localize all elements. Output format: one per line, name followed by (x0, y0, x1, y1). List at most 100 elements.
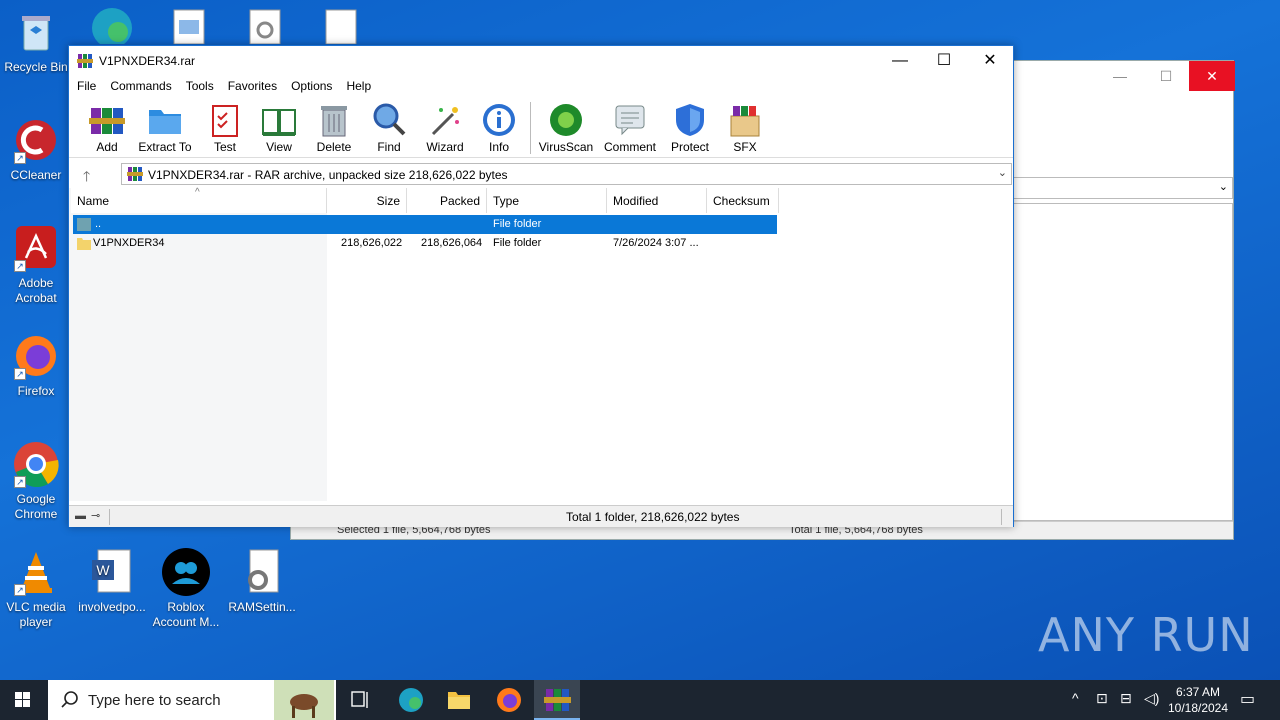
title-bar[interactable]: V1PNXDER34.rar — ☐ ✕ (69, 46, 1013, 76)
chevron-down-icon: ⌄ (1218, 181, 1228, 193)
menu-commands[interactable]: Commands (102, 76, 177, 93)
winrar-taskbar-button[interactable] (534, 680, 580, 720)
column-header-checksum[interactable]: Checksum (707, 188, 779, 213)
table-row[interactable]: V1PNXDER34 218,626,022 218,626,064 File … (73, 234, 777, 253)
word-document-icon: W (88, 548, 136, 596)
info-icon (481, 102, 517, 138)
firefox-taskbar-button[interactable] (486, 680, 532, 720)
table-row[interactable]: .. File folder (73, 215, 777, 234)
column-header-size[interactable]: Size (327, 188, 407, 213)
sfx-button[interactable]: SFX (715, 102, 775, 154)
path-bar: 🡑 V1PNXDER34.rar - RAR archive, unpacked… (69, 162, 1013, 186)
desktop-icon-google-chrome[interactable]: ↗ Google Chrome (0, 440, 72, 522)
meet-now-icon[interactable]: ⊡ (1096, 690, 1108, 707)
notification-icon[interactable]: ▭ (1240, 689, 1255, 709)
task-view-icon (351, 691, 368, 708)
comment-button[interactable]: Comment (600, 102, 660, 154)
desktop-icon-label: involvedpo... (78, 600, 146, 614)
add-button[interactable]: Add (77, 102, 137, 154)
test-button[interactable]: Test (195, 102, 255, 154)
window-title: V1PNXDER34.rar (99, 54, 196, 68)
minimize-icon[interactable]: — (877, 46, 923, 76)
row-type: File folder (493, 237, 542, 249)
firefox-icon: ↗ (12, 332, 60, 380)
winrar-icon (544, 689, 571, 711)
chevron-up-icon[interactable]: ^ (1072, 690, 1079, 706)
menu-help[interactable]: Help (338, 76, 377, 93)
delete-button[interactable]: Delete (304, 102, 364, 154)
desktop-icon-ccleaner[interactable]: ↗ CCleaner (0, 116, 72, 183)
magnifier-icon (371, 102, 407, 138)
acrobat-icon: ↗ (12, 224, 60, 272)
view-button[interactable]: View (249, 102, 309, 154)
menu-favorites[interactable]: Favorites (220, 76, 283, 93)
virus-scan-icon (548, 102, 584, 138)
drive-icon[interactable]: ▬ (75, 510, 86, 522)
protect-button[interactable]: Protect (660, 102, 720, 154)
desktop-icon-ramsettings[interactable]: RAMSettin... (226, 548, 298, 615)
virusscan-button[interactable]: VirusScan (536, 102, 596, 154)
back-maximize-icon[interactable]: ☐ (1143, 61, 1189, 91)
column-header-packed[interactable]: Packed (407, 188, 487, 213)
key-lock-icon[interactable]: ⊸ (91, 509, 100, 522)
sfx-label: SFX (733, 140, 757, 154)
desktop-icon-recycle-bin[interactable]: Recycle Bin (0, 8, 72, 75)
desktop-icon-roblox-account-manager[interactable]: Roblox Account M... (150, 548, 222, 630)
back-address-bar[interactable]: ⌄ (1013, 177, 1233, 199)
sfx-box-icon (727, 102, 763, 138)
clock[interactable]: 6:37 AM 10/18/2024 (1166, 684, 1230, 716)
path-dropdown[interactable]: V1PNXDER34.rar - RAR archive, unpacked s… (121, 163, 1012, 185)
file-explorer-taskbar-button[interactable] (436, 680, 482, 720)
menu-file[interactable]: File (69, 76, 102, 93)
back-minimize-icon[interactable]: — (1097, 61, 1143, 91)
view-book-icon (261, 102, 297, 138)
svg-text:W: W (96, 562, 110, 578)
desktop-icon-vlc[interactable]: ↗ VLC media player (0, 548, 72, 630)
shortcut-arrow-icon: ↗ (14, 368, 26, 380)
winrar-archive-icon (127, 167, 143, 181)
volume-icon[interactable]: ◁) (1144, 690, 1159, 707)
column-header-name[interactable]: Name ^ (71, 187, 327, 213)
close-icon[interactable]: ✕ (967, 46, 1013, 76)
search-box[interactable]: Type here to search (48, 680, 336, 720)
path-text: V1PNXDER34.rar - RAR archive, unpacked s… (148, 168, 508, 182)
toolbar-separator (530, 102, 531, 154)
back-close-icon[interactable]: ✕ (1189, 61, 1235, 91)
network-icon[interactable]: ⊟ (1120, 690, 1132, 707)
shortcut-arrow-icon: ↗ (14, 476, 26, 488)
extract-to-button[interactable]: Extract To (135, 102, 195, 154)
delete-label: Delete (316, 140, 352, 154)
desktop-icon-word-doc[interactable]: W involvedpo... (76, 548, 148, 615)
ccleaner-icon: ↗ (12, 116, 60, 164)
magic-wand-icon (427, 102, 463, 138)
taskbar: Type here to search ^ ⊡ ⊟ ◁) 6:37 AM 10/… (0, 680, 1280, 720)
toolbar: Add Extract To Test View Delete Find Wiz… (69, 96, 1013, 158)
folder-icon (448, 692, 470, 709)
clock-time: 6:37 AM (1175, 685, 1221, 699)
column-header-modified[interactable]: Modified (607, 188, 707, 213)
row-type: File folder (493, 218, 542, 230)
settings-file-icon (238, 548, 286, 596)
search-icon (61, 691, 78, 708)
status-separator (1001, 509, 1002, 525)
desktop-icon-adobe-acrobat[interactable]: ↗ Adobe Acrobat (0, 224, 72, 306)
row-size: 218,626,022 (341, 237, 403, 249)
start-button[interactable] (0, 680, 46, 720)
row-name: V1PNXDER34 (93, 237, 165, 249)
column-header-type[interactable]: Type (487, 188, 607, 213)
desktop-icon-label: Google Chrome (14, 492, 58, 521)
up-arrow-icon[interactable]: 🡑 (83, 166, 90, 190)
shortcut-arrow-icon: ↗ (14, 152, 26, 164)
menu-options[interactable]: Options (283, 76, 338, 93)
task-view-button[interactable] (338, 680, 384, 720)
winrar-window[interactable]: V1PNXDER34.rar — ☐ ✕ File Commands Tools Fa… (68, 45, 1014, 527)
info-button[interactable]: Info (469, 102, 529, 154)
trash-icon (316, 102, 352, 138)
find-button[interactable]: Find (359, 102, 419, 154)
desktop-icon-firefox[interactable]: ↗ Firefox (0, 332, 72, 399)
wizard-button[interactable]: Wizard (415, 102, 475, 154)
maximize-icon[interactable]: ☐ (921, 46, 967, 76)
edge-taskbar-button[interactable] (388, 680, 434, 720)
menu-tools[interactable]: Tools (178, 76, 220, 93)
search-highlight-icon (274, 680, 334, 720)
